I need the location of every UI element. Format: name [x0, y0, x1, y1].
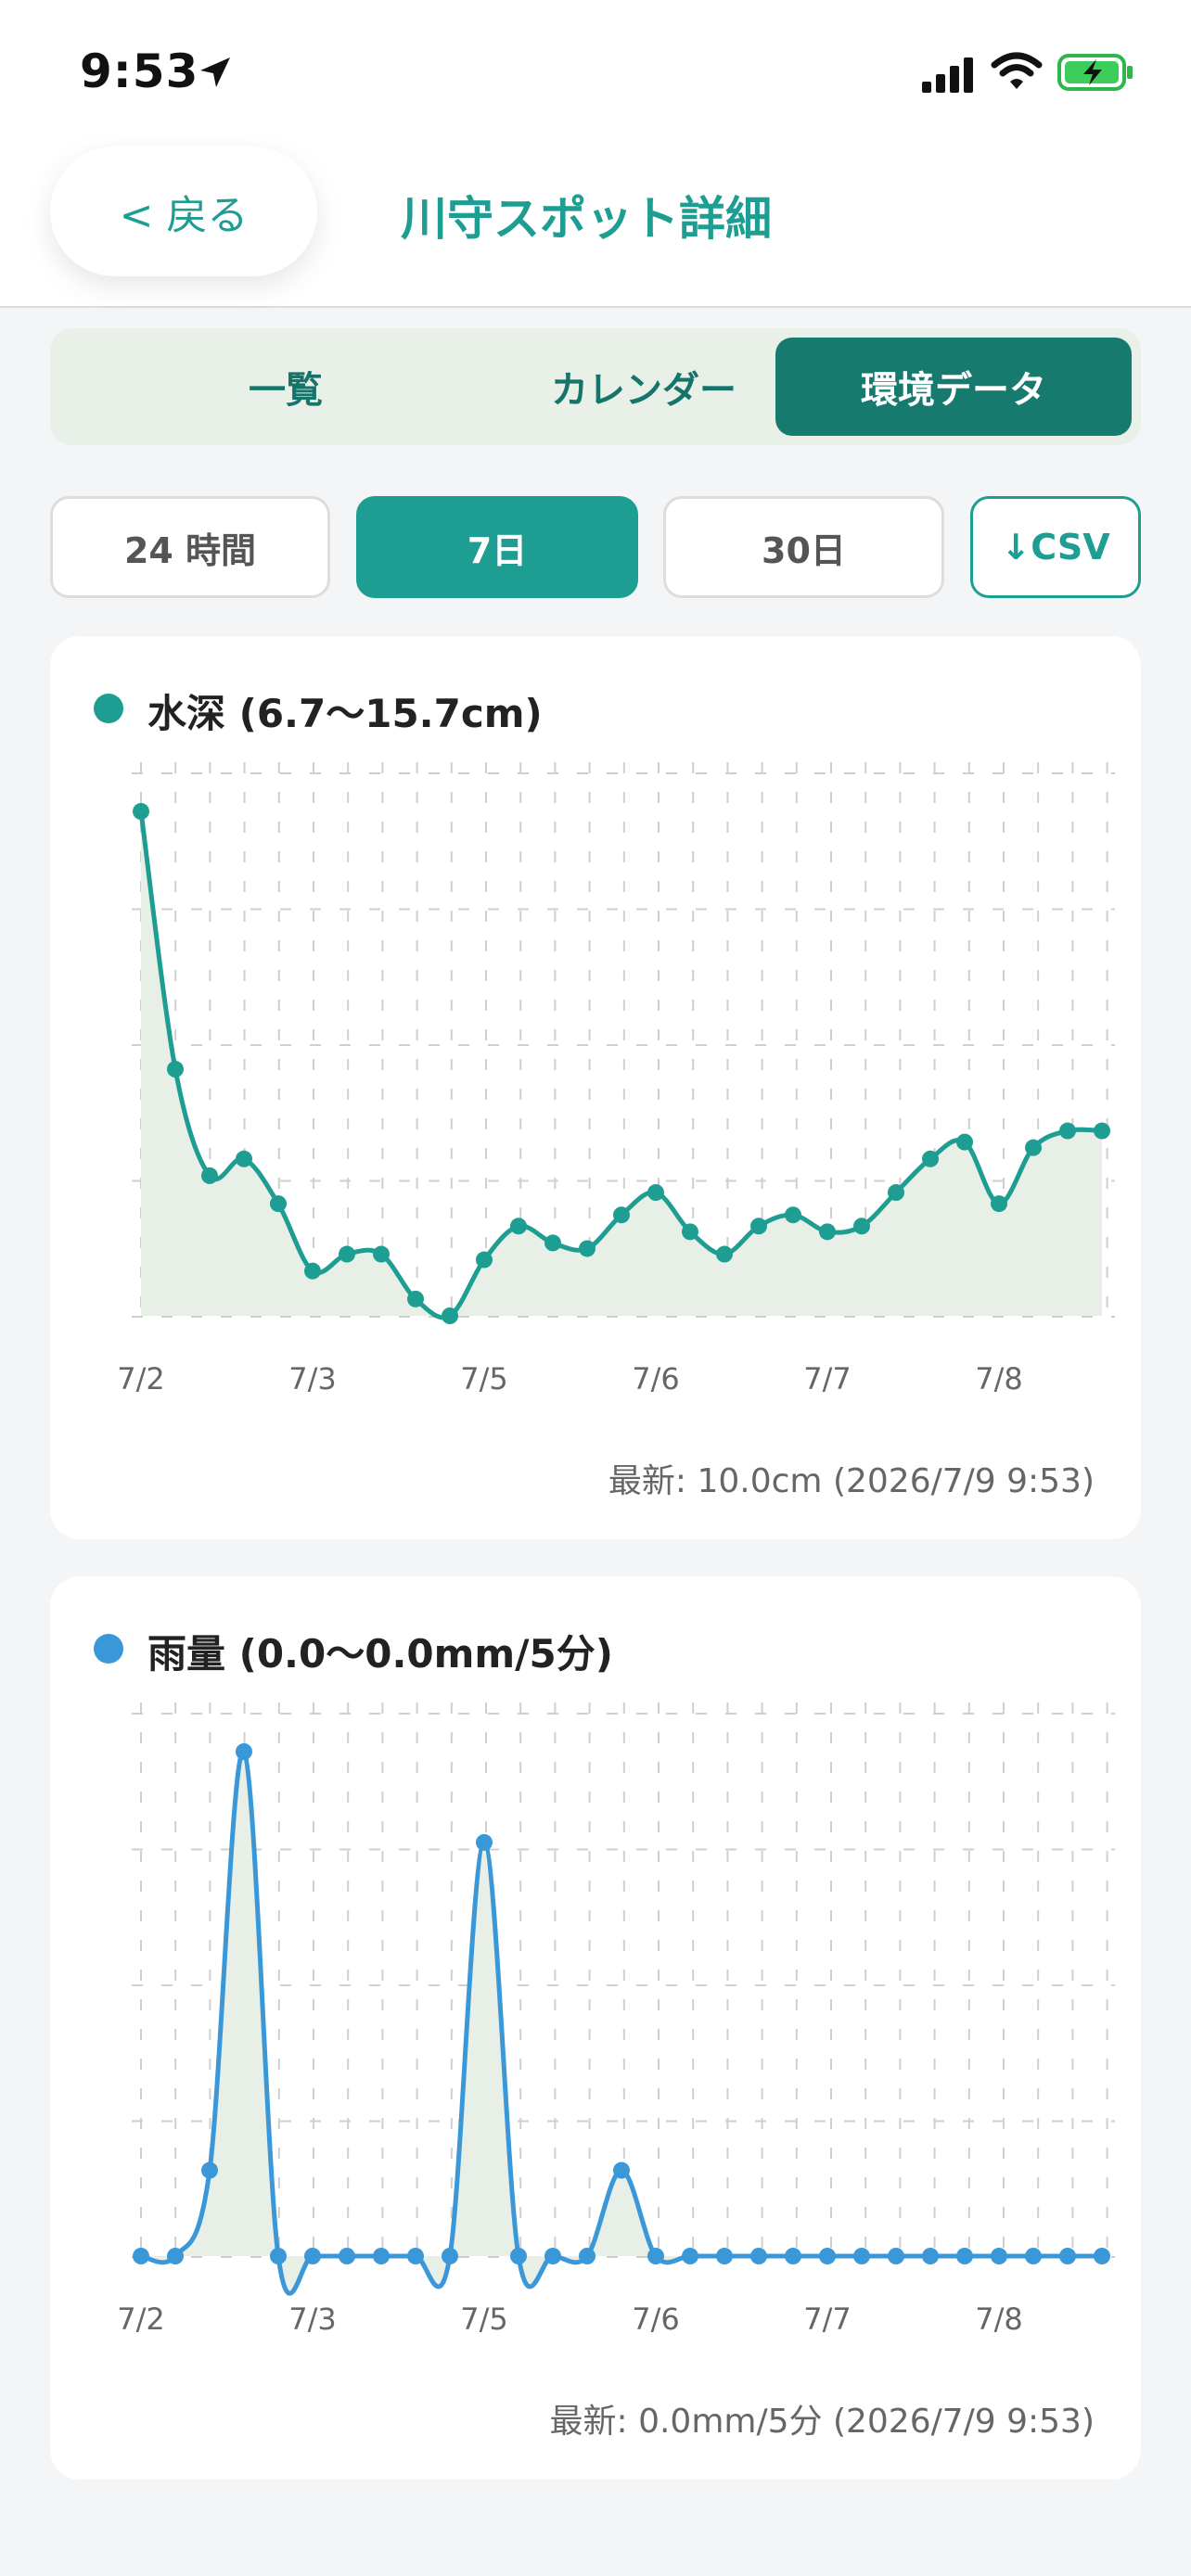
water-depth-card: 水深 (6.7〜15.7cm) 7/2 7/3 7/5 7/6 7/7 7/8 最新: 1…	[50, 636, 1141, 1539]
water-depth-point	[579, 1240, 596, 1257]
water-depth-point	[785, 1206, 801, 1224]
water-depth-point	[647, 1184, 664, 1202]
rainfall-latest: 最新: 0.0mm/5分 (2026/7/9 9:53)	[549, 2403, 1095, 2441]
app-header: < 戻る 川守スポット詳細	[0, 139, 1191, 308]
water-depth-point	[750, 1218, 767, 1235]
rainfall-point	[236, 1743, 252, 1760]
water-depth-point	[304, 1262, 321, 1280]
water-depth-point	[682, 1223, 698, 1241]
rainfall-x-tick-label: 7/2	[117, 2302, 165, 2337]
rainfall-point	[476, 1833, 493, 1851]
rainfall-point	[716, 2248, 733, 2264]
rainfall-point	[304, 2248, 321, 2264]
rainfall-x-tick-label: 7/7	[803, 2302, 852, 2337]
water-depth-point	[888, 1184, 904, 1202]
water-depth-point	[442, 1307, 458, 1324]
rainfall-x-tick-label: 7/8	[975, 2302, 1023, 2337]
rainfall-point	[1059, 2248, 1076, 2264]
water-depth-point	[716, 1245, 733, 1263]
water-depth-point	[544, 1234, 561, 1252]
rainfall-point	[510, 2248, 527, 2264]
rainfall-point	[1025, 2248, 1042, 2264]
rainfall-point	[888, 2248, 904, 2264]
rainfall-x-tick-label: 7/6	[632, 2302, 680, 2337]
status-bar: 9:53	[0, 0, 1191, 139]
rainfall-point	[682, 2248, 698, 2264]
rainfall-point	[647, 2248, 664, 2264]
location-arrow-icon	[200, 57, 230, 87]
water-depth-x-tick-label: 7/2	[117, 1361, 165, 1396]
rainfall-point	[750, 2248, 767, 2264]
rainfall-point	[407, 2248, 424, 2264]
water-depth-point	[1025, 1139, 1042, 1156]
tab-list[interactable]: 一覧	[108, 338, 464, 436]
water-depth-x-tick-label: 7/8	[975, 1361, 1023, 1396]
rainfall-point	[1094, 2248, 1110, 2264]
water-depth-point	[853, 1218, 870, 1235]
water-depth-x-tick-label: 7/6	[632, 1361, 680, 1396]
water-depth-point	[236, 1150, 252, 1167]
water-depth-point	[1059, 1122, 1076, 1140]
period-30d-button[interactable]: 30日	[663, 496, 944, 598]
rainfall-point	[339, 2248, 355, 2264]
period-7d-button[interactable]: 7日	[356, 496, 638, 598]
period-24h-button[interactable]: 24 時間	[50, 496, 330, 598]
battery-charging-icon	[1057, 54, 1133, 91]
water-depth-x-tick-label: 7/5	[460, 1361, 508, 1396]
water-depth-point	[922, 1150, 939, 1167]
water-depth-point	[1094, 1122, 1110, 1140]
rainfall-point	[613, 2162, 630, 2179]
rainfall-point	[991, 2248, 1007, 2264]
rainfall-point	[819, 2248, 836, 2264]
view-tabs: 一覧 カレンダー 環境データ	[50, 328, 1141, 445]
water-depth-latest: 最新: 10.0cm (2026/7/9 9:53)	[608, 1462, 1095, 1500]
rainfall-point	[201, 2162, 218, 2179]
rainfall-point	[373, 2248, 390, 2264]
water-depth-point	[476, 1251, 493, 1269]
rainfall-point	[270, 2248, 287, 2264]
water-depth-point	[407, 1290, 424, 1307]
rainfall-point	[579, 2248, 596, 2264]
water-depth-area	[141, 811, 1102, 1318]
rainfall-point	[442, 2248, 458, 2264]
rainfall-point	[956, 2248, 973, 2264]
water-depth-point	[270, 1195, 287, 1213]
rainfall-point	[133, 2248, 149, 2264]
water-depth-point	[956, 1133, 973, 1151]
rainfall-x-tick-label: 7/3	[288, 2302, 337, 2337]
status-time: 9:53	[80, 45, 199, 98]
rainfall-card: 雨量 (0.0〜0.0mm/5分) 7/2 7/3 7/5 7/6 7/7 7/8 最新:…	[50, 1576, 1141, 2480]
rainfall-area	[141, 1751, 1102, 2294]
csv-download-button[interactable]: ↓CSV	[970, 496, 1141, 598]
water-depth-point	[201, 1167, 218, 1184]
rainfall-point	[922, 2248, 939, 2264]
water-depth-point	[133, 803, 149, 820]
water-depth-x-tick-label: 7/3	[288, 1361, 337, 1396]
water-depth-point	[819, 1223, 836, 1241]
water-depth-point	[510, 1218, 527, 1235]
wifi-icon	[991, 52, 1043, 89]
rainfall-x-tick-label: 7/5	[460, 2302, 508, 2337]
rainfall-point	[785, 2248, 801, 2264]
rainfall-point	[544, 2248, 561, 2264]
rainfall-point	[167, 2248, 184, 2264]
cellular-signal-icon	[922, 57, 973, 93]
water-depth-point	[373, 1245, 390, 1263]
water-depth-point	[339, 1245, 355, 1263]
water-depth-chart: 7/2 7/3 7/5 7/6 7/7 7/8	[117, 762, 1115, 1396]
page-title: 川守スポット詳細	[401, 192, 772, 246]
water-depth-point	[613, 1206, 630, 1224]
tab-environment-data[interactable]: 環境データ	[775, 338, 1132, 436]
rainfall-point	[853, 2248, 870, 2264]
rainfall-chart: 7/2 7/3 7/5 7/6 7/7 7/8	[117, 1702, 1115, 2337]
water-depth-point	[991, 1195, 1007, 1213]
tab-calendar[interactable]: カレンダー	[466, 338, 822, 436]
water-depth-x-tick-label: 7/7	[803, 1361, 852, 1396]
back-button[interactable]: < 戻る	[50, 147, 317, 276]
water-depth-point	[167, 1061, 184, 1078]
